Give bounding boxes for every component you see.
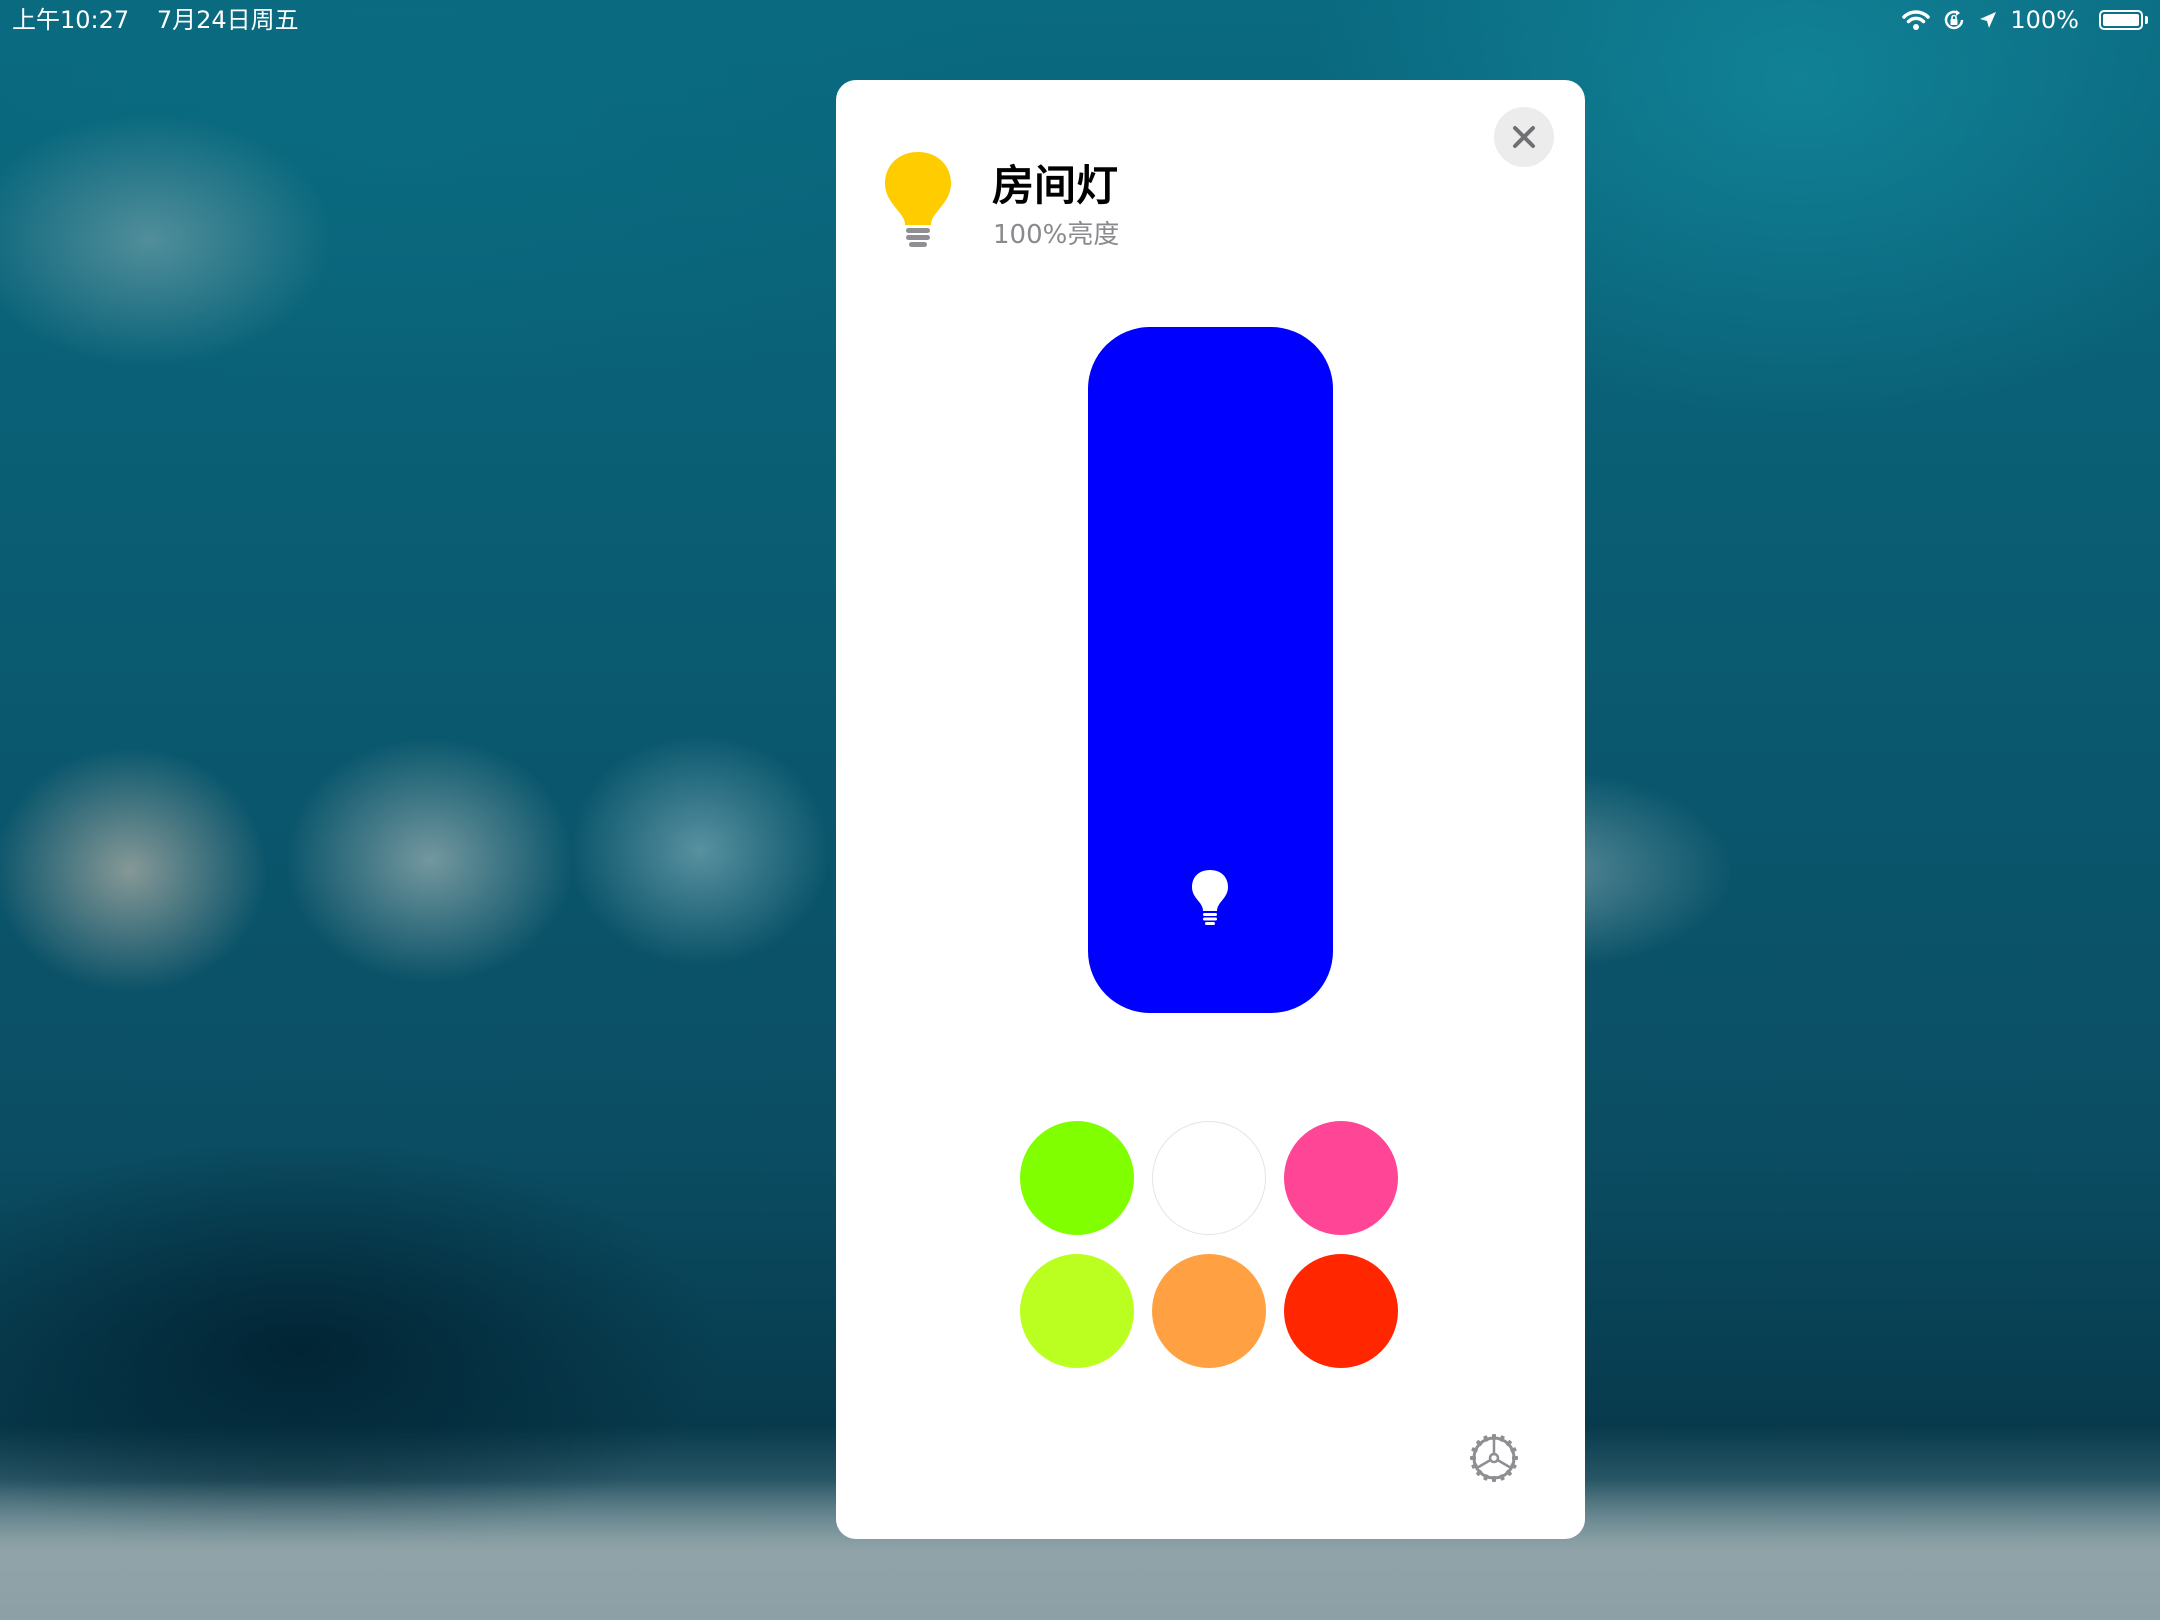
color-swatch-white[interactable]: [1152, 1121, 1266, 1235]
slider-lightbulb-icon: [1190, 869, 1230, 925]
accessory-status: 100%亮度: [993, 220, 1120, 250]
color-swatch-orange[interactable]: [1152, 1254, 1266, 1368]
location-arrow-icon: [1978, 10, 1998, 30]
settings-button[interactable]: [1464, 1428, 1524, 1488]
status-date: 7月24日周五: [156, 6, 299, 34]
color-swatch-green[interactable]: [1020, 1121, 1134, 1235]
lightbulb-icon: [882, 150, 954, 250]
battery-fill: [2103, 14, 2139, 26]
orientation-lock-icon: [1942, 8, 1966, 32]
status-time: 上午10:27: [12, 6, 130, 34]
battery-percentage: 100%: [2010, 6, 2079, 34]
wifi-icon: [1902, 9, 1931, 31]
color-swatch-lime[interactable]: [1020, 1254, 1134, 1368]
color-swatch-grid: [1020, 1121, 1402, 1369]
gear-icon: [1470, 1434, 1518, 1482]
color-swatch-red[interactable]: [1284, 1254, 1398, 1368]
battery-icon: [2091, 10, 2148, 30]
status-bar-left: 上午10:27 7月24日周五: [12, 4, 319, 36]
accessory-card: 房间灯 100%亮度: [836, 80, 1585, 1539]
status-bar-right: 100%: [1890, 4, 2148, 36]
brightness-slider[interactable]: [1088, 327, 1333, 1013]
color-swatch-pink[interactable]: [1284, 1121, 1398, 1235]
close-icon: [1513, 126, 1535, 148]
close-button[interactable]: [1494, 107, 1554, 167]
accessory-name: 房间灯: [992, 161, 1119, 210]
